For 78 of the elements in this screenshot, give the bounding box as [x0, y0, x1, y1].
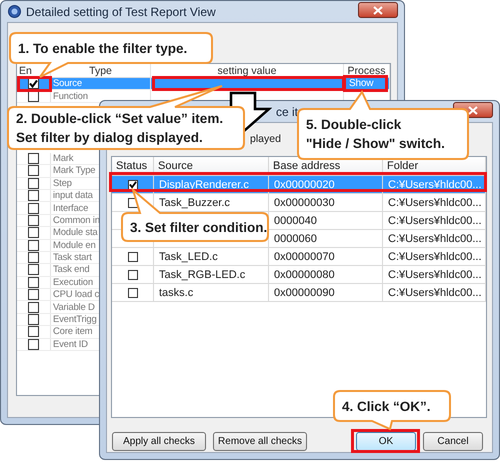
table-cell: 0x00000030 — [274, 196, 335, 208]
checkbox[interactable] — [28, 314, 39, 326]
table-cell: 0x00000020 — [274, 178, 335, 190]
callout-text: 5. Double-click "Hide / Show" switch. — [306, 116, 445, 153]
ok-button[interactable]: OK — [356, 432, 416, 451]
checkbox[interactable] — [28, 78, 39, 90]
dialog-button[interactable]: Apply all checks — [112, 432, 206, 451]
window-title: ce it — [276, 104, 298, 118]
close-icon — [373, 6, 383, 14]
callout-text: 3. Set filter condition. — [130, 218, 268, 236]
table-cell[interactable]: C:¥Users¥hldc00... — [388, 268, 482, 280]
checkbox[interactable] — [28, 289, 39, 300]
app-icon — [8, 5, 21, 18]
checkbox[interactable] — [28, 190, 39, 202]
table-cell[interactable]: CPU load c — [51, 289, 100, 300]
table-cell[interactable]: Module en — [51, 240, 96, 251]
table-cell[interactable]: input data — [51, 190, 93, 202]
dialog-button[interactable]: Remove all checks — [213, 432, 307, 451]
table-cell[interactable]: Source — [51, 78, 82, 90]
table-cell: DisplayRenderer.c — [159, 178, 249, 190]
table-cell[interactable]: Execution — [51, 276, 93, 288]
table-cell[interactable]: Module sta — [51, 227, 98, 238]
table-cell[interactable]: Interface — [51, 202, 88, 214]
highlight-frame — [351, 429, 420, 453]
checkbox[interactable] — [28, 240, 39, 251]
table-cell[interactable]: Mark Type — [51, 165, 96, 176]
checkbox[interactable] — [28, 338, 39, 350]
table-cell: 0x00000090 — [274, 286, 335, 298]
table-cell[interactable]: Task start — [51, 252, 92, 264]
close-button[interactable] — [358, 2, 398, 18]
checkbox[interactable] — [128, 252, 138, 262]
table-cell: 0x00000080 — [274, 268, 335, 280]
checkbox[interactable] — [128, 288, 138, 298]
table-cell[interactable]: C:¥Users¥hldc00... — [388, 250, 482, 262]
checkbox[interactable] — [28, 178, 39, 189]
checkbox[interactable] — [28, 214, 39, 226]
checkbox[interactable] — [28, 276, 39, 288]
table-cell[interactable]: EventTrigg — [51, 314, 97, 326]
table-cell: Task_RGB-LED.c — [159, 268, 246, 280]
dialog-label: played — [250, 133, 281, 146]
table-cell[interactable]: Function — [51, 90, 88, 102]
checkbox[interactable] — [28, 227, 39, 238]
checkbox[interactable] — [28, 264, 39, 276]
column-header: Process — [344, 64, 390, 77]
callout-text: 4. Click “OK”. — [342, 398, 431, 416]
checkbox[interactable] — [28, 152, 39, 164]
table-cell: 0x00000070 — [274, 250, 335, 262]
table-cell[interactable]: Task end — [51, 264, 90, 276]
table-cell[interactable]: Show — [349, 78, 374, 90]
table-cell: 0000060 — [274, 232, 317, 244]
column-header[interactable]: Status — [112, 157, 154, 175]
table-cell[interactable]: Event ID — [51, 338, 88, 350]
checkbox[interactable] — [28, 165, 39, 176]
table-cell: 0000040 — [274, 214, 317, 226]
checkbox[interactable] — [28, 302, 39, 313]
table-cell[interactable]: Mark — [51, 152, 74, 164]
checkbox[interactable] — [28, 202, 39, 214]
close-icon — [468, 106, 478, 114]
table-cell: Task_LED.c — [159, 250, 218, 262]
checkbox[interactable] — [128, 270, 138, 280]
dialog-button[interactable]: Cancel — [423, 432, 483, 451]
callout-text: 2. Double-click “Set value” item. Set filter by dialog displayed. — [16, 110, 224, 147]
table-cell[interactable]: C:¥Users¥hldc00... — [388, 196, 482, 208]
callout-text: 1. To enable the filter type. — [18, 40, 188, 58]
table-cell[interactable]: C:¥Users¥hldc00... — [388, 214, 482, 226]
window-title: Detailed setting of Test Report View — [26, 4, 216, 18]
checkbox[interactable] — [28, 326, 39, 338]
table-cell[interactable]: C:¥Users¥hldc00... — [388, 178, 482, 190]
table-cell: Task_Buzzer.c — [159, 196, 230, 208]
table-cell: tasks.c — [159, 286, 194, 298]
checkbox[interactable] — [128, 180, 138, 190]
column-header[interactable]: Source — [154, 157, 269, 175]
table-cell[interactable]: Core item — [51, 326, 92, 338]
table-cell[interactable]: C:¥Users¥hldc00... — [388, 232, 482, 244]
table-cell[interactable]: Step — [51, 178, 72, 189]
table-cell[interactable]: C:¥Users¥hldc00... — [388, 286, 482, 298]
table-cell[interactable]: Variable D — [51, 302, 95, 313]
checkbox[interactable] — [28, 252, 39, 264]
